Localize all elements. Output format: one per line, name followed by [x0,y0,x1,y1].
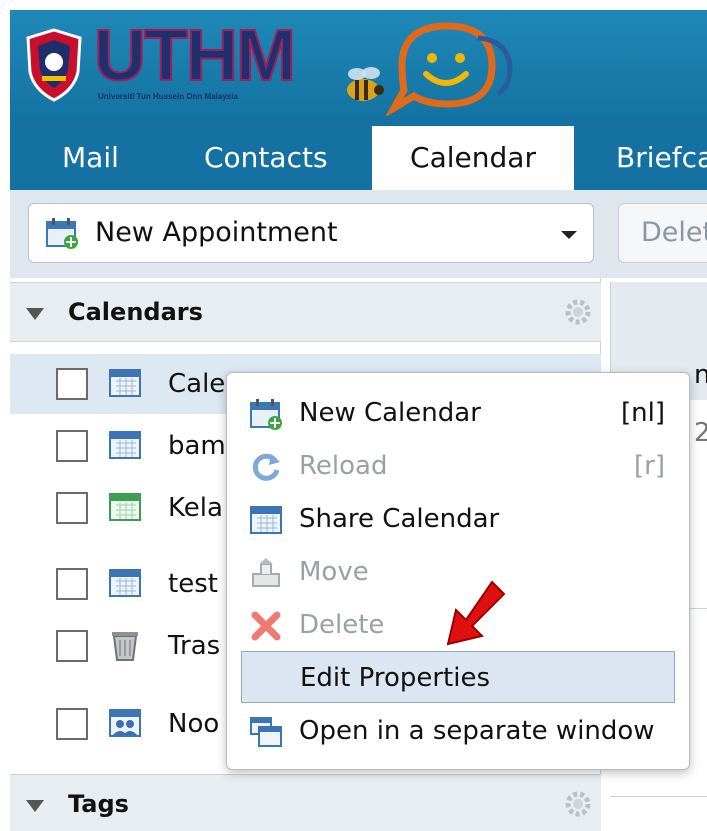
menu-item-label: Delete [299,610,385,640]
calendar-name: Noo [168,709,220,739]
red-arrow-annotation-icon [446,580,506,646]
new-appointment-icon [46,218,78,249]
calendar-context-menu: New Calendar [nl] Reload [r] Share Calen… [226,372,690,770]
app-tab-bar: Mail Contacts Calendar Briefca [10,116,707,190]
calendar-view-text: nc [694,360,707,390]
calendar-icon [109,369,141,397]
share-calendar-icon [250,506,282,534]
calendar-checkbox[interactable] [56,492,88,524]
calendar-checkbox[interactable] [56,430,88,462]
menu-item-label: Move [299,557,369,587]
tags-title: Tags [68,790,129,818]
delete-button[interactable]: Delet [618,203,707,263]
tab-contacts[interactable]: Contacts [204,126,328,190]
calendar-checkbox[interactable] [56,630,88,662]
calendars-title: Calendars [68,298,203,326]
menu-item-reload[interactable]: Reload [r] [241,440,675,492]
menu-item-label: Reload [299,451,388,481]
calendar-checkbox[interactable] [56,708,88,740]
menu-item-new-calendar[interactable]: New Calendar [nl] [241,387,675,439]
collapse-triangle-icon[interactable] [26,800,44,812]
university-crest-icon [26,28,82,102]
new-appointment-button[interactable]: New Appointment [28,203,594,263]
menu-item-edit-properties[interactable]: Edit Properties [241,651,675,703]
tab-mail[interactable]: Mail [62,126,119,190]
reload-icon [252,453,280,481]
menu-item-label: New Calendar [299,398,481,428]
tags-section-header[interactable]: Tags [10,774,601,831]
calendar-name: bam [168,431,226,461]
gear-icon[interactable] [563,297,593,327]
calendar-icon [109,431,141,459]
trash-icon [112,632,138,661]
smiley-chat-icon [385,22,513,116]
calendar-checkbox[interactable] [56,368,88,400]
calendar-view-date: 2 [694,418,707,448]
menu-item-shortcut: [nl] [621,398,665,428]
tab-calendar[interactable]: Calendar [372,126,574,190]
calendars-section-header[interactable]: Calendars [10,282,601,342]
menu-item-open-separate-window[interactable]: Open in a separate window [241,705,675,757]
delete-icon [251,611,281,641]
chevron-down-icon[interactable] [561,231,577,239]
divider [610,796,707,797]
menu-item-share-calendar[interactable]: Share Calendar [241,493,675,545]
new-appointment-label: New Appointment [95,217,338,248]
menu-item-label: Edit Properties [300,663,491,693]
new-calendar-icon [250,399,282,430]
menu-item-shortcut: [r] [634,451,665,481]
calendar-name: Kela [168,493,223,523]
move-icon [252,558,280,587]
calendar-checkbox[interactable] [56,568,88,600]
menu-item-label: Share Calendar [299,504,500,534]
shared-calendar-icon [109,709,141,737]
collapse-triangle-icon[interactable] [26,308,44,320]
menu-item-label: Open in a separate window [299,716,655,746]
calendar-name: Cale [168,369,226,399]
calendar-icon [109,569,141,597]
logo-subtitle: Universiti Tun Hussein Onn Malaysia [98,92,238,101]
open-window-icon [250,717,282,747]
gear-icon[interactable] [563,789,593,819]
calendar-green-icon [109,493,141,521]
toolbar: New Appointment Delet [10,190,707,278]
app-header: UTHM Universiti Tun Hussein Onn Malaysia [10,10,707,116]
logo-wordmark: UTHM [93,15,297,97]
calendar-name: test [168,569,218,599]
calendar-name: Tras [168,631,221,661]
tab-briefcase[interactable]: Briefca [616,126,707,190]
